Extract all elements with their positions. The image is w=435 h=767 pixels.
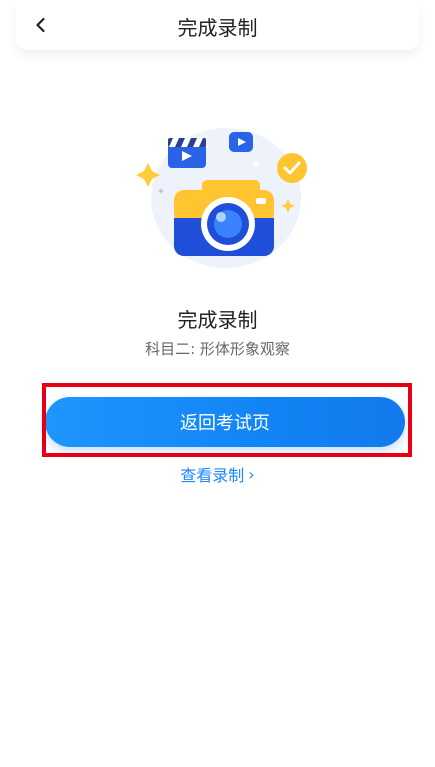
- chevron-right-icon: ›: [248, 465, 255, 484]
- return-to-exam-label: 返回考试页: [180, 413, 270, 434]
- completion-title: 完成录制: [177, 308, 258, 332]
- view-recording-label: 查看录制: [180, 466, 245, 485]
- exam-subject-subtitle: 科目二: 形体形象观察: [145, 340, 290, 358]
- camera-illustration: [128, 118, 308, 268]
- view-recording-link[interactable]: 查看录制 ›: [0, 462, 435, 486]
- page-title: 完成录制: [177, 16, 258, 40]
- return-to-exam-button[interactable]: 返回考试页: [45, 397, 405, 447]
- top-bar: 完成录制: [16, 0, 419, 50]
